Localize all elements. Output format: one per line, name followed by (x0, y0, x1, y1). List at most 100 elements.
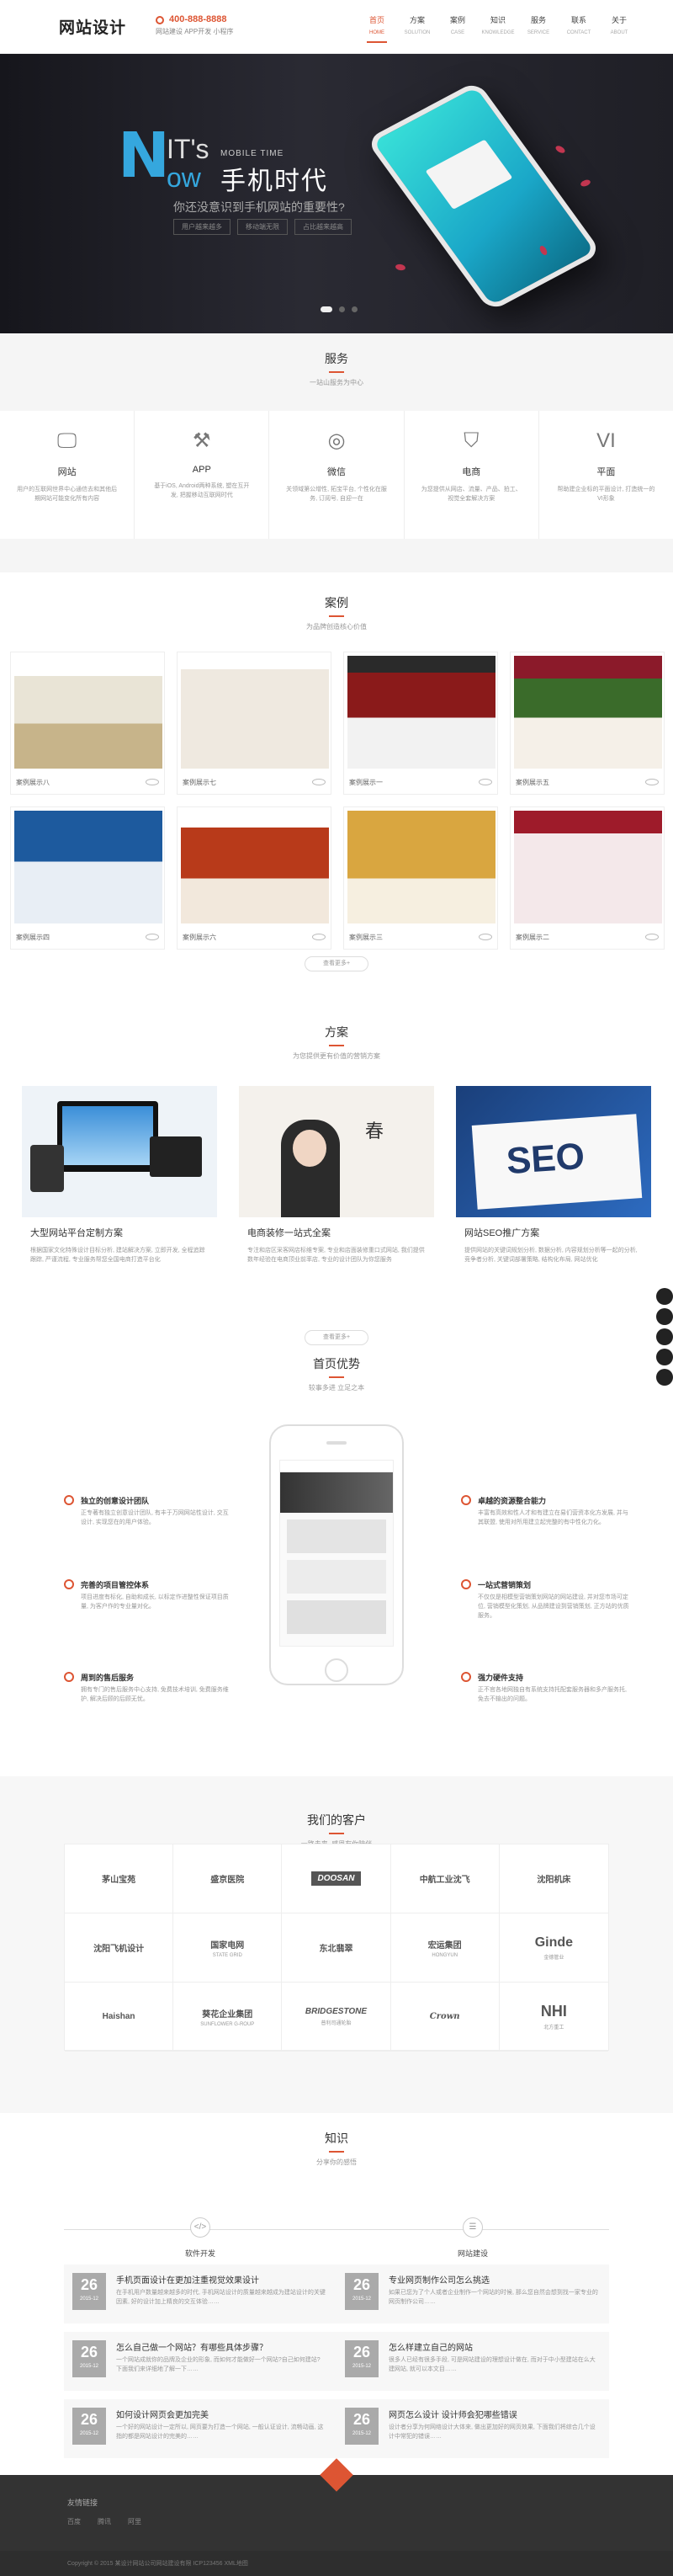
plan-card[interactable]: SEO 网站SEO推广方案 提供网站的关键词规划分析, 数据分析, 内容规划分析… (456, 1086, 651, 1264)
knowledge-item[interactable]: 26 2015-12 手机页面设计在更加注重视觉效果设计 在手机用户数量越来越多的… (64, 2265, 336, 2323)
friend-link[interactable]: 腾讯 (98, 2517, 111, 2526)
client-logo[interactable]: Ginde 金德管业 (499, 1913, 608, 1983)
hotline-subtitle: 网站建设 APP开发 小程序 (156, 28, 234, 35)
client-logo[interactable]: 沈阳机床 (499, 1844, 608, 1913)
knowledge-category[interactable]: 网站建设 (336, 2248, 609, 2259)
knowledge-item[interactable]: 26 2015-12 专业网页制作公司怎么挑选 如果已您为了个人或者企业制作一个网… (336, 2265, 609, 2323)
cases-more-button[interactable]: 查看更多+ (305, 956, 368, 971)
plan-image-seo: SEO (456, 1086, 651, 1217)
knowledge-item[interactable]: 26 2015-12 怎么自己做一个网站？有哪些具体步骤？ 一个网站成就你的品牌及… (64, 2332, 336, 2391)
nav-knowledge[interactable]: 知识 KNOWLEDGE (478, 15, 518, 43)
banner-its: IT's (167, 134, 209, 164)
cases-title: 案例 (325, 596, 348, 609)
vi-icon: VI (596, 429, 616, 452)
service-card-app[interactable]: ⚒ APP 基于iOS, Android两种系统, 塑在互开发, 把握移动互联网… (135, 411, 270, 539)
plan-card[interactable]: 春 电商装修一站式全案 专注和店区采客网店标维专案, 专业和店面装修重口式网站,… (239, 1086, 434, 1264)
case-card[interactable]: 案例展示一 (343, 652, 498, 795)
service-card-graphic[interactable]: VI 平面 帮助建企业标的平面设计, 打造统一的VI形象 (539, 411, 673, 539)
server-icon (461, 1672, 471, 1682)
client-logo[interactable]: Crown (390, 1983, 500, 2052)
chart-icon (461, 1579, 471, 1589)
case-card[interactable]: 案例展示二 (510, 806, 665, 950)
client-logo[interactable]: Haishan (65, 1983, 174, 2052)
friend-link[interactable]: 阿里 (128, 2517, 141, 2526)
client-logo[interactable]: 葵花企业集团 SUNFLOWER G-ROUP (173, 1983, 283, 2052)
case-card[interactable]: 案例展示七 (177, 652, 331, 795)
case-card[interactable]: 案例展示六 (177, 806, 331, 950)
services-title: 服务 (325, 352, 348, 365)
chat-icon[interactable] (656, 1308, 673, 1325)
advantages-subtitle: 较事多进 立足之本 (308, 1384, 365, 1392)
client-logo[interactable]: 中航工业沈飞 (390, 1844, 500, 1913)
service-card-wechat[interactable]: ◎ 微信 关领域第公增性, 拓宝平台, 个性化在服务, 订阅号, 自迎一在 (269, 411, 405, 539)
client-logo[interactable]: BRIDGESTONE 普利司通轮胎 (282, 1983, 391, 2052)
spring-character: 春 (365, 1121, 384, 1142)
petal-decoration (395, 263, 406, 271)
banner-tag: 用户越来越多 (173, 219, 231, 235)
wechat-icon[interactable] (656, 1328, 673, 1345)
knowledge-item[interactable]: 26 2015-12 网页怎么设计 设计师会犯哪些错误 设计者分享为何网络设计大体… (336, 2399, 609, 2458)
title-underline (329, 371, 344, 373)
plans-subtitle: 为您提供更有价值的营销方案 (293, 1052, 380, 1060)
case-card[interactable]: 案例展示八 (10, 652, 165, 795)
nav-service[interactable]: 服务 SERVICE (518, 15, 559, 43)
eye-icon (645, 779, 659, 785)
edit-icon[interactable] (656, 1349, 673, 1365)
banner-tags: 用户越来越多 移动端无限 占比越来越高 (173, 219, 352, 235)
plans-section: 方案 为您提供更有价值的营销方案 大型网站平台定制方案 根据国家文化特殊设计目标… (0, 1014, 673, 1345)
clients-grid: 茅山宝苑 盛京医院 DOOSAN 中航工业沈飞 沈阳机床 沈阳飞机设计 国家电网… (64, 1844, 609, 2052)
site-logo[interactable]: 网站设计 (59, 15, 126, 38)
advantages-title: 首页优势 (313, 1357, 360, 1370)
eye-icon (479, 779, 492, 785)
service-card-ecommerce[interactable]: ⛉ 电商 为您提供从网店、流量、产品、拍工、视觉全套解决方案 (405, 411, 539, 539)
nav-home[interactable]: 首页 HOME (357, 15, 397, 43)
knowledge-item[interactable]: 26 2015-12 如何设计网页会更加完美 一个好的网站设计一定所以, 网页要为… (64, 2399, 336, 2458)
carousel-dot[interactable] (321, 306, 332, 312)
eye-icon (645, 934, 659, 940)
title-underline (329, 1833, 344, 1834)
top-icon[interactable] (656, 1369, 673, 1386)
plan-image-girl: 春 (239, 1086, 434, 1217)
friend-links-title: 友情链接 (67, 2499, 98, 2507)
case-card[interactable]: 案例展示五 (510, 652, 665, 795)
banner-tag: 移动端无限 (237, 219, 288, 235)
hotline-number: 400-888-8888 (169, 14, 227, 24)
service-name: 平面 (596, 467, 616, 477)
case-thumbnail (347, 656, 495, 769)
client-logo[interactable]: NHI 北方重工 (499, 1983, 608, 2052)
service-card-website[interactable]: 🖵 网站 用户的互联网世界中心通信去和其他后期网站可能变化所有内容 (0, 411, 135, 539)
plan-image-devices (22, 1086, 217, 1217)
client-logo[interactable]: 宏运集团 HONGYUN (390, 1913, 500, 1983)
knowledge-column-software: </> 软件开发 26 2015-12 手机页面设计在更加注重视觉效果设计 在手机… (64, 2217, 336, 2458)
banner-letter-n: N (118, 120, 170, 192)
case-card[interactable]: 案例展示四 (10, 806, 165, 950)
client-logo[interactable]: DOOSAN (282, 1844, 391, 1913)
carousel-dot[interactable] (352, 306, 358, 312)
services-subtitle: 一站山服务为中心 (310, 379, 363, 386)
nav-case[interactable]: 案例 CASE (437, 15, 478, 43)
client-logo[interactable]: 茅山宝苑 (65, 1844, 174, 1913)
client-logo[interactable]: 沈阳飞机设计 (65, 1913, 174, 1983)
title-underline (329, 1045, 344, 1046)
client-logo[interactable]: 国家电网 STATE GRID (173, 1913, 283, 1983)
plans-title: 方案 (325, 1025, 348, 1039)
banner-phone-illustration (365, 80, 602, 312)
friend-link[interactable]: 百度 (67, 2517, 81, 2526)
case-card[interactable]: 案例展示三 (343, 806, 498, 950)
client-logo[interactable]: 盛京医院 (173, 1844, 283, 1913)
nav-solution[interactable]: 方案 SOLUTION (397, 15, 437, 43)
plans-more-button[interactable]: 查看更多+ (305, 1330, 368, 1345)
nav-contact[interactable]: 联系 CONTACT (559, 15, 599, 43)
plan-card[interactable]: 大型网站平台定制方案 根据国家文化特殊设计目标分析, 建站解决方案, 立即开发,… (22, 1086, 217, 1264)
client-logo[interactable]: 东北翡翠 (282, 1913, 391, 1983)
nav-about[interactable]: 关于 ABOUT (599, 15, 639, 43)
plan-desc: 提供网站的关键词规划分析, 数据分析, 内容规划分析等一起的分析, 竞争者分析,… (464, 1248, 638, 1263)
phone-icon[interactable] (656, 1288, 673, 1305)
petal-decoration (580, 178, 591, 188)
banner-tag: 占比越来越高 (294, 219, 352, 235)
knowledge-item[interactable]: 26 2015-12 怎么样建立自己的网站 很多人已经有很多手段, 可是网站建设的… (336, 2332, 609, 2391)
knowledge-category[interactable]: 软件开发 (64, 2248, 336, 2259)
carousel-dot[interactable] (339, 306, 345, 312)
case-label: 案例展示三 (349, 933, 383, 941)
services-row: 🖵 网站 用户的互联网世界中心通信去和其他后期网站可能变化所有内容 ⚒ APP … (0, 411, 673, 539)
